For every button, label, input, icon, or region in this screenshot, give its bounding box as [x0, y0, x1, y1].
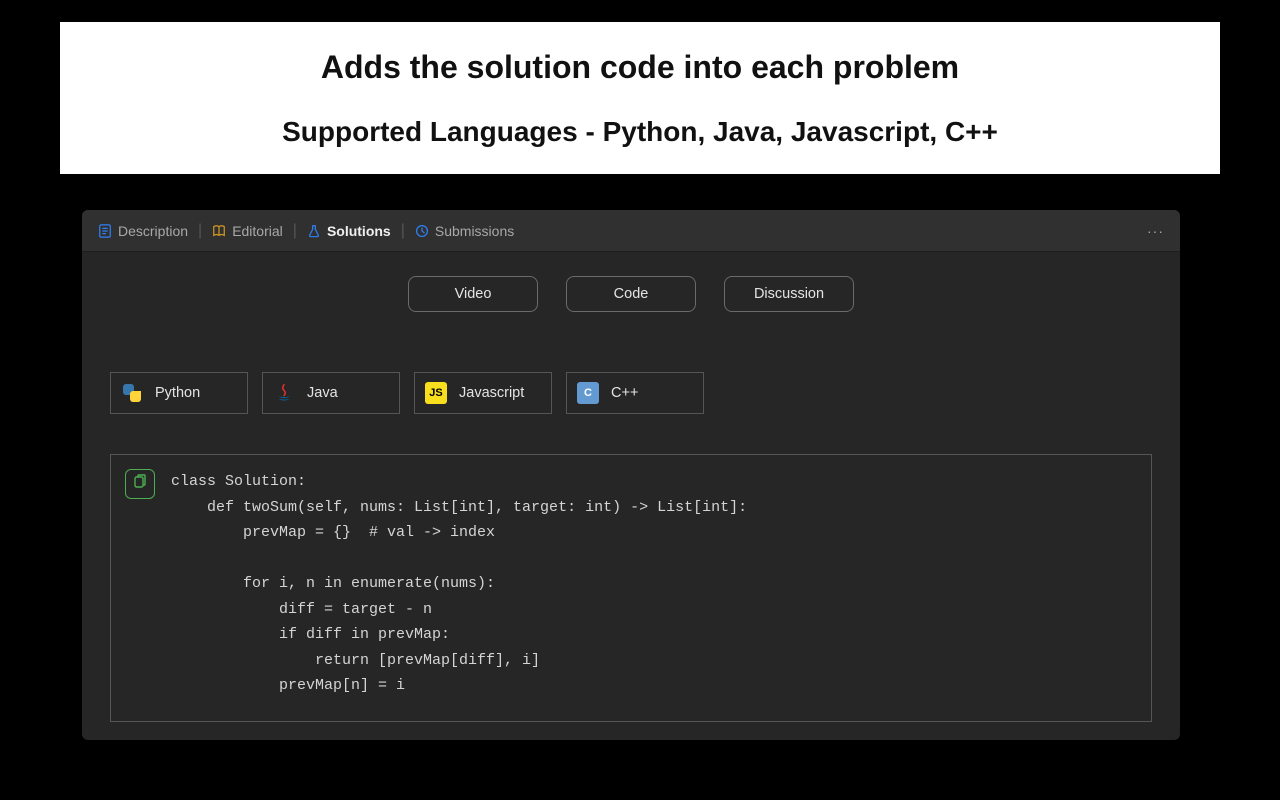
book-icon — [212, 224, 226, 238]
tab-separator: | — [293, 222, 297, 240]
tab-solutions[interactable]: Solutions — [307, 223, 391, 239]
language-cpp-button[interactable]: C C++ — [566, 372, 704, 414]
tab-submissions[interactable]: Submissions — [415, 223, 514, 239]
language-python-button[interactable]: Python — [110, 372, 248, 414]
language-label: Python — [155, 385, 200, 401]
language-label: Java — [307, 385, 338, 401]
video-button[interactable]: Video — [408, 276, 538, 312]
copy-icon — [132, 474, 148, 495]
cpp-icon: C — [577, 382, 599, 404]
clock-icon — [415, 224, 429, 238]
language-javascript-button[interactable]: JS Javascript — [414, 372, 552, 414]
javascript-icon: JS — [425, 382, 447, 404]
tab-label: Solutions — [327, 223, 391, 239]
tab-bar: Description | Editorial | Solutions | Su… — [82, 210, 1180, 252]
discussion-button[interactable]: Discussion — [724, 276, 854, 312]
description-icon — [98, 224, 112, 238]
banner-title: Adds the solution code into each problem — [321, 49, 959, 86]
banner: Adds the solution code into each problem… — [60, 22, 1220, 174]
tab-description[interactable]: Description — [98, 223, 188, 239]
tab-editorial[interactable]: Editorial — [212, 223, 283, 239]
code-button[interactable]: Code — [566, 276, 696, 312]
language-java-button[interactable]: Java — [262, 372, 400, 414]
code-box: class Solution: def twoSum(self, nums: L… — [110, 454, 1152, 722]
python-icon — [121, 382, 143, 404]
more-button[interactable]: ··· — [1147, 223, 1164, 239]
code-content: class Solution: def twoSum(self, nums: L… — [171, 469, 747, 707]
filter-row: Video Code Discussion — [82, 276, 1180, 312]
banner-subtitle: Supported Languages - Python, Java, Java… — [282, 116, 998, 148]
java-icon — [273, 382, 295, 404]
tab-separator: | — [401, 222, 405, 240]
tab-label: Editorial — [232, 223, 283, 239]
tab-separator: | — [198, 222, 202, 240]
language-label: C++ — [611, 385, 638, 401]
language-row: Python Java JS Javascript C C++ — [110, 372, 1180, 414]
tab-label: Submissions — [435, 223, 514, 239]
language-label: Javascript — [459, 385, 524, 401]
flask-icon — [307, 224, 321, 238]
ide-window: Description | Editorial | Solutions | Su… — [82, 210, 1180, 740]
tab-label: Description — [118, 223, 188, 239]
copy-button[interactable] — [125, 469, 155, 499]
